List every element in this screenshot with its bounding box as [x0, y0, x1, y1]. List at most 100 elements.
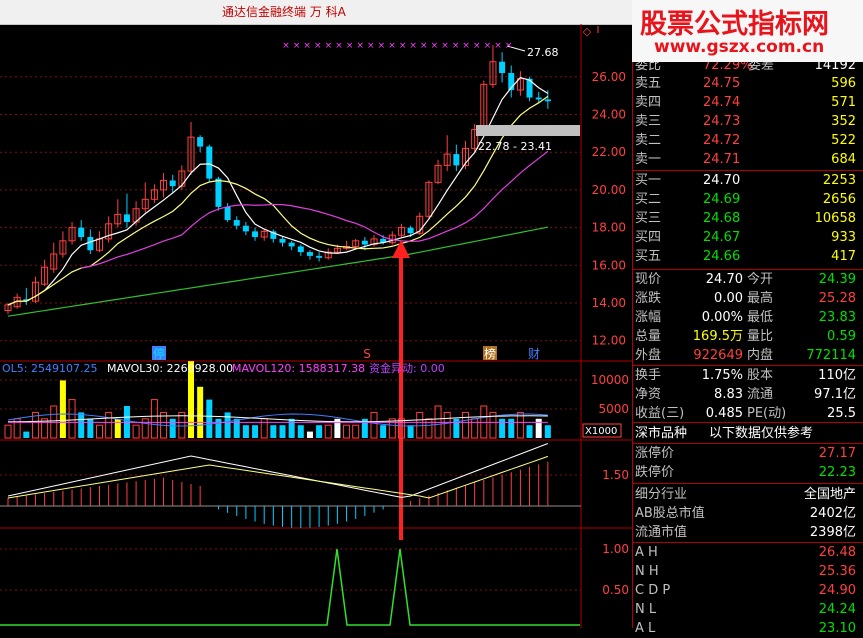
related-quote-value: 25.36	[818, 564, 856, 579]
stat-label: 涨跌	[635, 291, 662, 306]
volume-bar	[306, 431, 313, 438]
bid-row[interactable]: 买三 24.68 10658	[633, 209, 859, 228]
volume-bar	[324, 424, 332, 439]
bid-level-label: 买五	[635, 249, 662, 264]
volume-bar	[114, 418, 121, 438]
bid-row[interactable]: 买五 24.66 417	[633, 247, 859, 266]
stat-value-2: 24.39	[818, 272, 856, 287]
signal-x-marker: ×	[484, 41, 492, 51]
volume-bar	[141, 418, 149, 439]
candle-body-down	[252, 231, 259, 238]
volume-bar	[68, 399, 76, 439]
stat-row[interactable]: 涨幅 0.00% 最低 23.83	[633, 308, 859, 327]
event-marker: 榜	[483, 346, 497, 361]
bid-level-label: 买二	[635, 192, 662, 207]
candle-body-down	[197, 137, 204, 147]
ask-level-label: 卖五	[635, 76, 662, 91]
ask-row[interactable]: 卖二 24.72 522	[633, 131, 859, 150]
high-price-label: 27.68	[527, 46, 559, 59]
bid-price: 24.69	[703, 192, 741, 207]
industry-value: 全国地产	[803, 487, 856, 502]
fundamental-row[interactable]: 换手 1.75% 股本 110亿	[633, 366, 859, 385]
market-cap-label: 流通市值	[635, 525, 688, 540]
info-header-left: 深市品种	[635, 426, 688, 441]
fundamental-value-2: 97.1亿	[814, 387, 856, 402]
volume-bar	[96, 424, 103, 439]
limit-row[interactable]: 跌停价 22.23	[633, 463, 859, 482]
market-cap-row[interactable]: AB股总市值 2402亿	[633, 504, 859, 523]
volume-bar	[260, 418, 268, 439]
limit-value: 27.17	[818, 446, 856, 461]
related-quote-label: N H	[635, 564, 659, 579]
related-quote-label: A L	[635, 621, 656, 636]
fundamental-label-2: 流通	[747, 387, 774, 402]
bid-volume: 933	[831, 230, 856, 245]
stat-label: 涨幅	[635, 310, 662, 325]
volume-bar	[206, 399, 213, 438]
signal-x-marker: ×	[367, 41, 375, 51]
signal-tick-label: 0.50	[602, 583, 629, 597]
bid-row[interactable]: 买四 24.67 933	[633, 228, 859, 247]
bid-price: 24.67	[703, 230, 741, 245]
stat-row[interactable]: 总量 169.5万 量比 0.59	[633, 327, 859, 346]
stat-value: 0.00	[714, 291, 743, 306]
fundamental-value: 8.83	[714, 387, 743, 402]
bid-price: 24.66	[703, 249, 741, 264]
volume-legend-item: 资金异动: 0.00	[369, 361, 445, 375]
volume-legend-item: OL5: 2549107.25	[2, 362, 97, 375]
ask-row[interactable]: 卖一 24.71 684	[633, 150, 859, 169]
fundamental-label: 换手	[635, 368, 662, 383]
stat-row[interactable]: 现价 24.70 今开 24.39	[633, 270, 859, 289]
range-highlight-bar	[476, 125, 580, 136]
signal-x-marker: ×	[399, 41, 407, 51]
bid-row[interactable]: 买二 24.69 2656	[633, 190, 859, 209]
fundamental-row[interactable]: 净资 8.83 流通 97.1亿	[633, 385, 859, 404]
signal-spike-line	[0, 548, 580, 626]
signal-x-marker: ×	[293, 41, 301, 51]
ask-row[interactable]: 卖三 24.73 352	[633, 112, 859, 131]
stat-value-2: 25.28	[818, 291, 856, 306]
stat-row[interactable]: 外盘 922649 内盘 772114	[633, 346, 859, 365]
limit-row[interactable]: 涨停价 27.17	[633, 444, 859, 463]
related-quote-row[interactable]: N L 24.24	[633, 600, 859, 619]
related-quote-row[interactable]: A H 26.48	[633, 543, 859, 562]
limit-value: 22.23	[818, 465, 856, 480]
volume-tick-label: 10000	[591, 373, 629, 387]
signal-x-marker: ×	[431, 41, 439, 51]
signal-x-marker: ×	[282, 41, 290, 51]
bid-price: 24.70	[703, 173, 741, 188]
ask-volume: 522	[831, 133, 856, 148]
volume-bar	[443, 411, 451, 439]
signal-x-marker: ×	[314, 41, 322, 51]
bid-level-label: 买一	[635, 173, 662, 188]
stat-value-2: 772114	[806, 348, 856, 363]
bid-row[interactable]: 买一 24.70 2253	[633, 171, 859, 190]
ask-row[interactable]: 卖五 24.75 596	[633, 74, 859, 93]
signal-x-marker: ×	[473, 41, 481, 51]
related-quote-row[interactable]: A L 23.10	[633, 619, 859, 638]
price-tick-label: 22.00	[592, 145, 626, 159]
volume-bar	[252, 425, 259, 438]
candle-body-down	[87, 237, 94, 251]
related-quote-value: 24.90	[818, 583, 856, 598]
market-cap-row[interactable]: 流通市值 2398亿	[633, 523, 859, 542]
volume-bar	[508, 418, 515, 438]
related-quote-row[interactable]: C D P 24.90	[633, 581, 859, 600]
event-marker-text: 停	[153, 346, 165, 361]
volume-bar	[224, 412, 231, 438]
stat-row[interactable]: 涨跌 0.00 最高 25.28	[633, 289, 859, 308]
related-quote-row[interactable]: N H 25.36	[633, 562, 859, 581]
range-label: 22.78 - 23.41	[478, 140, 552, 153]
fundamental-row[interactable]: 收益(三) 0.485 PE(动) 25.5	[633, 404, 859, 423]
price-tick-label: 24.00	[592, 108, 626, 122]
ask-level-label: 卖三	[635, 114, 662, 129]
candle-body-down	[306, 252, 313, 256]
ask-row[interactable]: 卖四 24.74 571	[633, 93, 859, 112]
candle-body-down	[169, 180, 176, 187]
candle-body-down	[297, 246, 304, 253]
price-grid	[0, 76, 581, 591]
kline-chart-area[interactable]: 26.00 24.00 22.00 20.00 18.00 16.00 14.00 12.00…	[0, 0, 632, 628]
event-marker: S	[363, 347, 371, 361]
stat-value: 0.00%	[701, 310, 743, 325]
signal-x-marker: ×	[325, 41, 333, 51]
